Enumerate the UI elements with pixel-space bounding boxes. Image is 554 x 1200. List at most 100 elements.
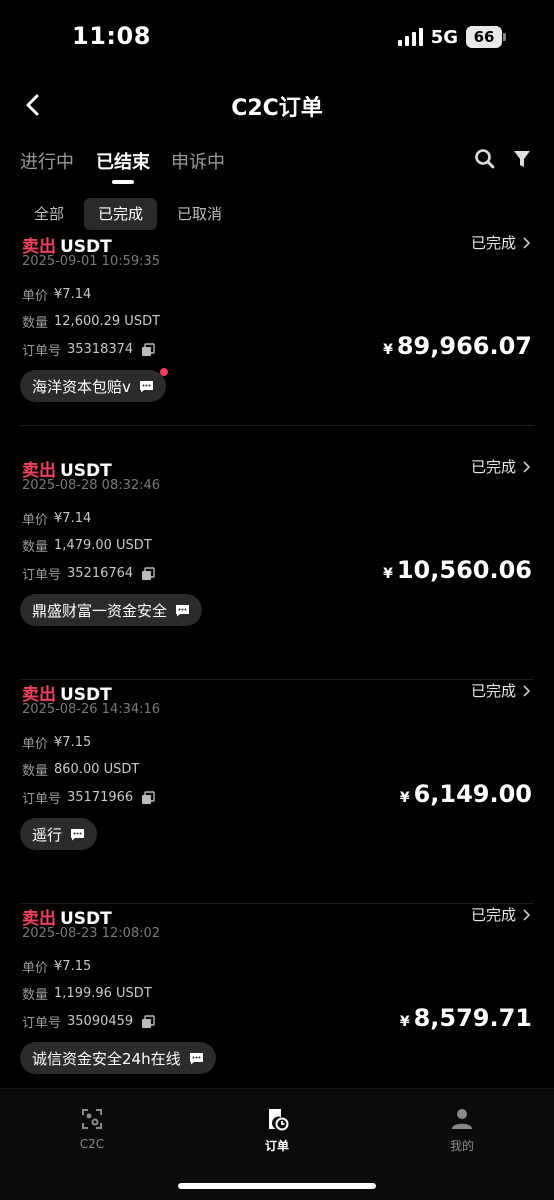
order-no-row: 订单号 35090459 <box>22 1012 155 1031</box>
order-amount-value: 6,149.00 <box>413 780 532 808</box>
tab-appeal[interactable]: 申诉中 <box>171 148 225 174</box>
unread-dot <box>159 368 168 376</box>
quantity-value: 1,199.96 USDT <box>54 986 152 1001</box>
currency-symbol: ¥ <box>383 566 393 582</box>
quantity-label: 数量 <box>22 316 49 331</box>
order-time: 2025-08-28 08:32:46 <box>22 478 161 493</box>
chevron-right-icon <box>523 908 530 921</box>
unit-price-row: 单价 ¥7.15 <box>22 733 91 752</box>
c2c-icon <box>82 1109 102 1129</box>
order-no-value: 35090459 <box>67 1014 134 1029</box>
nav-orders[interactable]: 订单 <box>237 1107 317 1154</box>
nav-c2c[interactable]: C2C <box>52 1107 132 1151</box>
status-bar: 11:08 5G 66 <box>0 0 554 76</box>
chat-counterparty: 海洋资本包赔v <box>32 377 131 396</box>
chat-icon <box>71 828 85 840</box>
order-status-label: 已完成 <box>470 906 516 924</box>
unit-price-value: ¥7.14 <box>54 287 92 302</box>
order-no-label: 订单号 <box>22 568 62 583</box>
quantity-value: 12,600.29 USDT <box>54 314 161 329</box>
subtab-completed[interactable]: 已完成 <box>84 198 158 230</box>
chevron-right-icon <box>523 460 530 473</box>
search-button[interactable] <box>474 148 500 174</box>
cellular-signal-icon <box>397 28 423 46</box>
order-no-value: 35318374 <box>67 342 134 357</box>
copy-icon[interactable] <box>141 342 155 357</box>
status-indicators: 5G 66 <box>397 26 506 48</box>
unit-price-row: 单价 ¥7.14 <box>22 285 91 304</box>
currency-symbol: ¥ <box>399 1014 410 1030</box>
chat-counterparty: 鼎盛财富一资金安全 <box>32 601 168 620</box>
copy-icon[interactable] <box>141 790 155 805</box>
copy-icon[interactable] <box>141 1014 155 1029</box>
unit-price-value: ¥7.15 <box>54 735 92 750</box>
order-status-label: 已完成 <box>470 458 516 476</box>
chat-counterparty: 诚信资金安全24h在线 <box>32 1049 181 1068</box>
order-amount: ¥6,149.00 <box>400 780 532 808</box>
unit-price-row: 单价 ¥7.15 <box>22 957 91 976</box>
filter-button[interactable] <box>512 148 538 174</box>
search-icon <box>475 149 495 169</box>
nav-label: C2C <box>79 1137 105 1151</box>
chat-chip[interactable]: 海洋资本包赔v <box>20 368 168 402</box>
order-time: 2025-08-26 14:34:16 <box>22 702 161 717</box>
order-card[interactable]: 卖出 USDT 已完成 2025-09-01 10:59:35 单价 ¥7.14 数… <box>0 232 554 456</box>
order-status[interactable]: 已完成 <box>471 904 530 925</box>
order-card[interactable]: 卖出 USDT 已完成 2025-08-26 14:34:16 单价 ¥7.15 数… <box>0 680 554 904</box>
order-status[interactable]: 已完成 <box>471 456 530 477</box>
order-amount-value: 10,560.06 <box>396 556 532 584</box>
quantity-value: 1,479.00 USDT <box>54 538 152 553</box>
chat-chip[interactable]: 鼎盛财富一资金安全 <box>20 594 203 626</box>
nav-label: 我的 <box>449 1139 474 1153</box>
orders-icon <box>269 1109 289 1131</box>
quantity-row: 数量 1,479.00 USDT <box>22 536 152 555</box>
order-status[interactable]: 已完成 <box>471 680 530 701</box>
profile-icon <box>452 1109 472 1129</box>
order-no-value: 35171966 <box>67 790 134 805</box>
chat-chip[interactable]: 诚信资金安全24h在线 <box>20 1042 216 1074</box>
order-status-label: 已完成 <box>470 682 516 700</box>
copy-icon[interactable] <box>141 566 155 581</box>
currency-symbol: ¥ <box>399 790 410 806</box>
nav-profile[interactable]: 我的 <box>422 1107 502 1154</box>
chat-icon <box>176 604 190 616</box>
quantity-row: 数量 1,199.96 USDT <box>22 984 152 1003</box>
nav-label: 订单 <box>264 1139 289 1153</box>
network-label: 5G <box>430 26 458 48</box>
order-status-label: 已完成 <box>470 234 516 252</box>
order-no-row: 订单号 35216764 <box>22 564 155 583</box>
chat-chip[interactable]: 遥行 <box>20 818 98 850</box>
order-card[interactable]: 卖出 USDT 已完成 2025-08-28 08:32:46 单价 ¥7.14 数… <box>0 456 554 680</box>
active-tab-indicator <box>112 180 134 184</box>
sub-tabs: 全部 已完成 已取消 <box>20 198 236 230</box>
order-card[interactable]: 卖出 USDT 已完成 2025-08-23 12:08:02 单价 ¥7.15 数… <box>0 904 554 1088</box>
home-indicator[interactable] <box>178 1183 376 1189</box>
order-amount: ¥10,560.06 <box>383 556 532 584</box>
battery-icon: 66 <box>466 26 506 48</box>
subtab-all[interactable]: 全部 <box>20 198 78 230</box>
divider <box>20 425 534 426</box>
tab-in-progress[interactable]: 进行中 <box>20 148 74 174</box>
unit-price-value: ¥7.15 <box>54 959 92 974</box>
chevron-right-icon <box>523 236 530 249</box>
unit-price-label: 单价 <box>22 737 49 752</box>
unit-price-row: 单价 ¥7.14 <box>22 509 91 528</box>
order-amount: ¥8,579.71 <box>400 1004 532 1032</box>
unit-price-label: 单价 <box>22 289 49 304</box>
order-status[interactable]: 已完成 <box>471 232 530 253</box>
order-no-row: 订单号 35171966 <box>22 788 155 807</box>
unit-price-label: 单价 <box>22 513 49 528</box>
subtab-cancelled[interactable]: 已取消 <box>163 198 236 230</box>
order-list: 卖出 USDT 已完成 2025-09-01 10:59:35 单价 ¥7.14 数… <box>0 232 554 1088</box>
quantity-row: 数量 860.00 USDT <box>22 760 139 779</box>
header: C2C订单 <box>0 80 554 130</box>
tab-ended[interactable]: 已结束 <box>96 148 150 174</box>
quantity-label: 数量 <box>22 540 49 555</box>
quantity-label: 数量 <box>22 988 49 1003</box>
order-no-label: 订单号 <box>22 792 62 807</box>
quantity-label: 数量 <box>22 764 49 779</box>
quantity-value: 860.00 USDT <box>54 762 140 777</box>
order-no-row: 订单号 35318374 <box>22 340 155 359</box>
filter-icon <box>514 151 530 167</box>
order-no-value: 35216764 <box>67 566 134 581</box>
